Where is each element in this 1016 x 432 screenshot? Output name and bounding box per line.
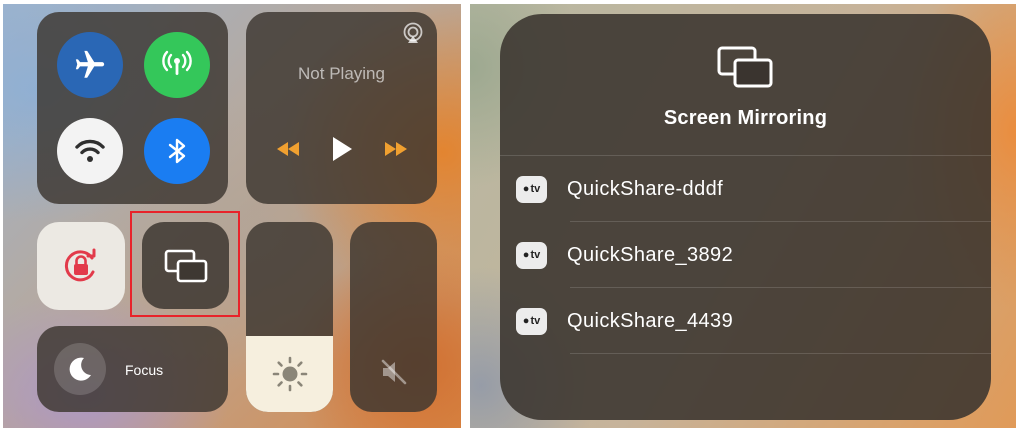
device-row-quickshare-4439[interactable]: ● tv QuickShare_4439 bbox=[500, 288, 991, 354]
orientation-lock-button[interactable] bbox=[37, 222, 125, 310]
rewind-icon[interactable] bbox=[275, 141, 301, 157]
apple-tv-icon: ● tv bbox=[516, 241, 547, 269]
connectivity-module bbox=[37, 12, 228, 204]
sheet-title: Screen Mirroring bbox=[663, 107, 828, 129]
wifi-icon bbox=[75, 139, 105, 162]
airplane-icon bbox=[75, 50, 105, 78]
device-row-quickshare-dddf[interactable]: ● tv QuickShare-dddf bbox=[500, 156, 991, 222]
cellular-data-button[interactable] bbox=[144, 32, 210, 98]
highlight-annotation bbox=[130, 211, 240, 317]
brightness-slider[interactable] bbox=[246, 222, 333, 412]
device-row-quickshare-3892[interactable]: ● tv QuickShare_3892 bbox=[500, 222, 991, 288]
sun-icon bbox=[246, 354, 333, 394]
rotation-lock-icon bbox=[64, 248, 96, 282]
playback-controls bbox=[246, 136, 437, 162]
moon-icon bbox=[54, 343, 106, 395]
bluetooth-button[interactable] bbox=[144, 118, 210, 184]
device-name: QuickShare_4439 bbox=[567, 309, 734, 332]
now-playing-label: Not Playing bbox=[298, 64, 385, 83]
fast-forward-icon[interactable] bbox=[383, 141, 409, 157]
apple-tv-icon: ● tv bbox=[516, 175, 547, 203]
screen-mirroring-panel: Screen Mirroring ● tv QuickShare-dddf ● tv… bbox=[470, 4, 1016, 428]
device-name: QuickShare-dddf bbox=[567, 177, 724, 200]
focus-button[interactable]: Focus bbox=[37, 326, 228, 412]
airplay-audio-icon[interactable] bbox=[402, 22, 424, 49]
play-icon[interactable] bbox=[331, 136, 353, 162]
volume-slider[interactable] bbox=[350, 222, 437, 412]
bluetooth-icon bbox=[168, 138, 186, 164]
wifi-button[interactable] bbox=[57, 118, 123, 184]
speaker-muted-icon bbox=[350, 356, 437, 388]
now-playing-module[interactable]: Not Playing bbox=[246, 12, 437, 204]
device-name: QuickShare_3892 bbox=[567, 243, 734, 266]
screen-mirroring-sheet: Screen Mirroring ● tv QuickShare-dddf ● tv… bbox=[500, 14, 991, 420]
screen-mirroring-icon bbox=[500, 44, 991, 90]
device-list: ● tv QuickShare-dddf ● tv QuickShare_3892 … bbox=[500, 156, 991, 354]
cellular-antenna-icon bbox=[162, 50, 192, 75]
apple-tv-icon: ● tv bbox=[516, 307, 547, 335]
airplane-mode-button[interactable] bbox=[57, 32, 123, 98]
image-divider bbox=[463, 0, 468, 432]
focus-label: Focus bbox=[125, 362, 164, 378]
control-center-panel: Not Playing Focus bbox=[3, 4, 461, 428]
